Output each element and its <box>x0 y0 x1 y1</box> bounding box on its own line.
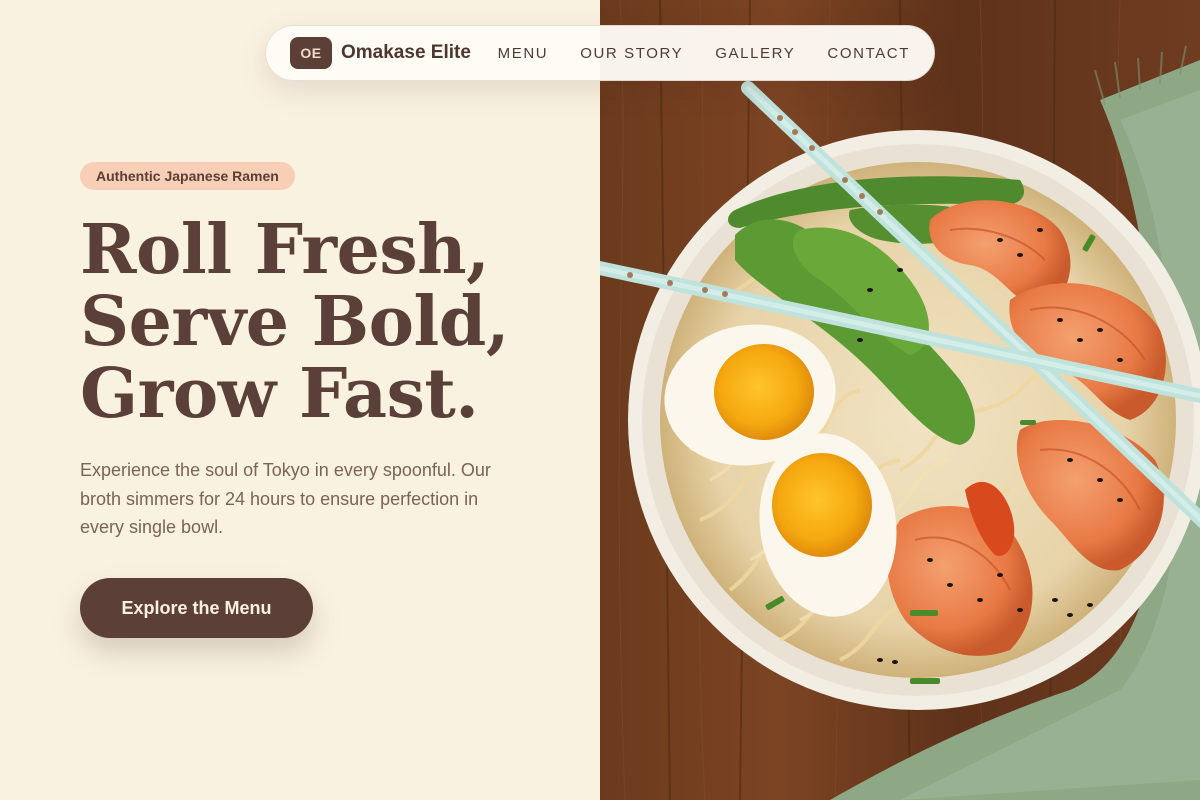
explore-menu-button[interactable]: Explore the Menu <box>80 578 313 638</box>
nav-link-contact[interactable]: CONTACT <box>827 45 910 62</box>
hero-headline: Roll Fresh, Serve Bold, Grow Fast. <box>80 214 580 430</box>
nav-link-our-story[interactable]: OUR STORY <box>580 45 683 62</box>
nav-link-menu[interactable]: MENU <box>498 45 549 62</box>
ramen-bowl-photo <box>600 0 1200 800</box>
nav-links: MENU OUR STORY GALLERY CONTACT <box>498 45 910 62</box>
brand-name[interactable]: Omakase Elite <box>341 42 471 64</box>
category-tag: Authentic Japanese Ramen <box>80 162 295 190</box>
headline-line-2: Serve Bold, <box>80 282 510 362</box>
headline-line-3: Grow Fast. <box>80 354 479 434</box>
logo-badge[interactable]: OE <box>290 37 332 69</box>
top-nav: OE Omakase Elite MENU OUR STORY GALLERY … <box>265 25 935 81</box>
headline-line-1: Roll Fresh, <box>80 210 490 290</box>
hero-description: Experience the soul of Tokyo in every sp… <box>80 460 491 537</box>
nav-link-gallery[interactable]: GALLERY <box>715 45 795 62</box>
